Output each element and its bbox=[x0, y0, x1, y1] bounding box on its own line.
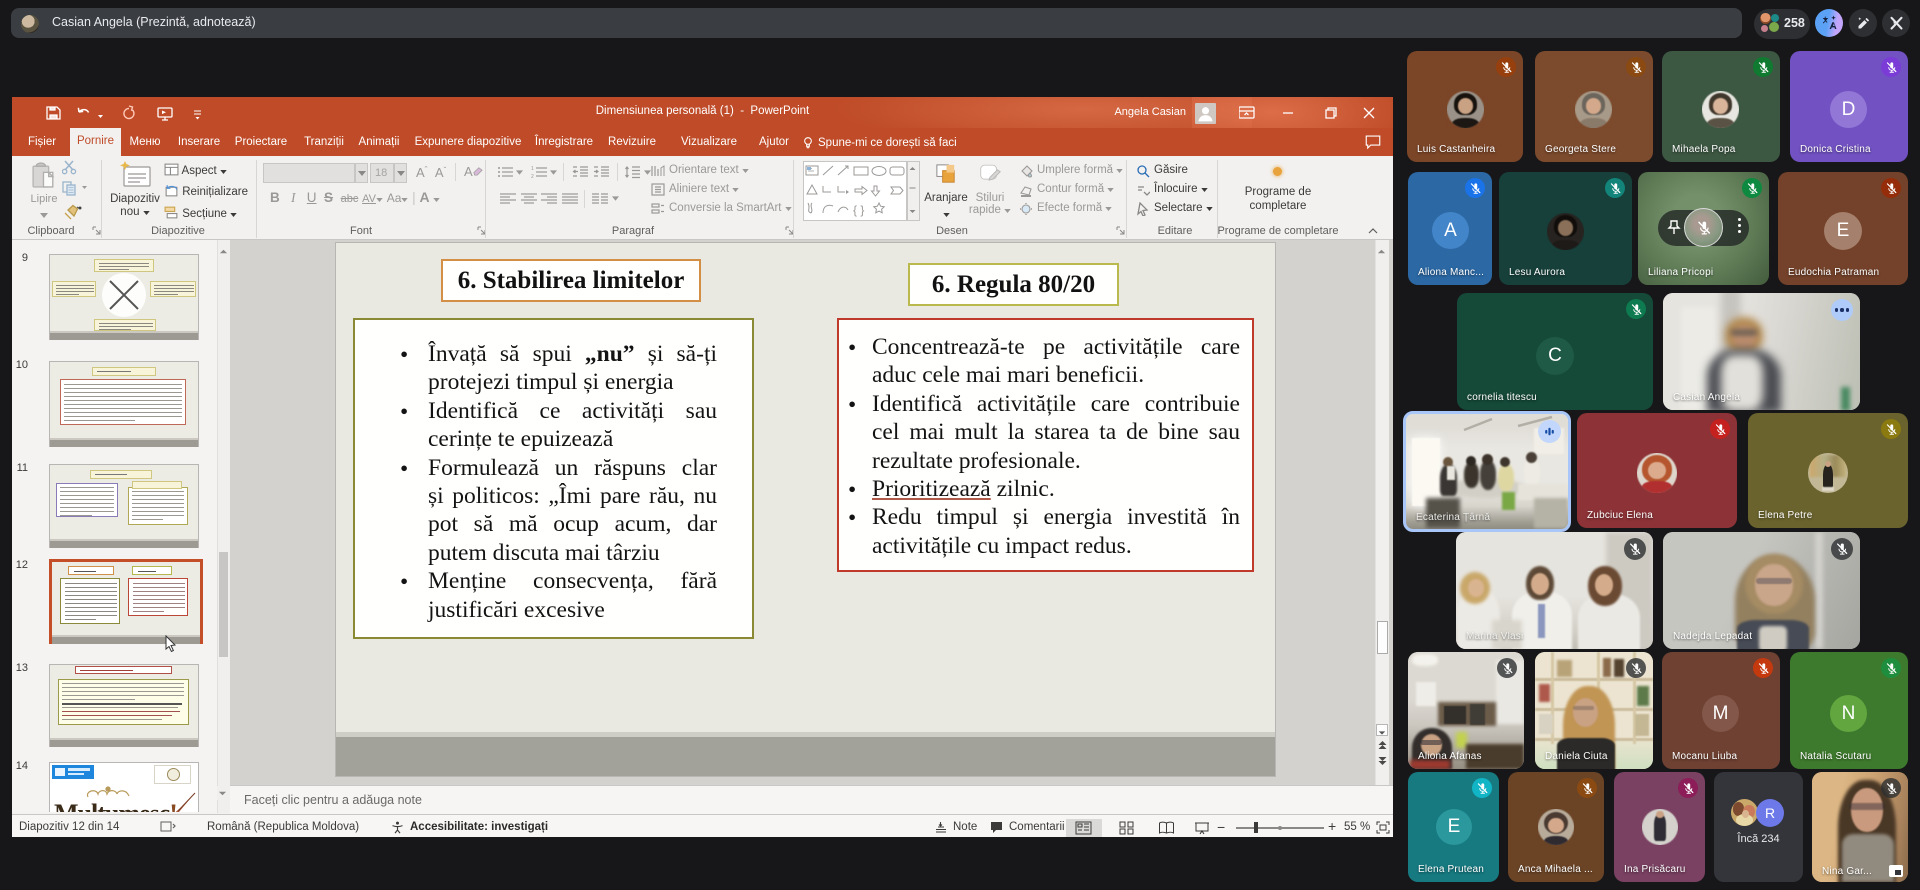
svg-text:2: 2 bbox=[531, 174, 534, 179]
svg-text:{ }: { } bbox=[853, 203, 864, 217]
svg-text:1: 1 bbox=[531, 166, 534, 172]
